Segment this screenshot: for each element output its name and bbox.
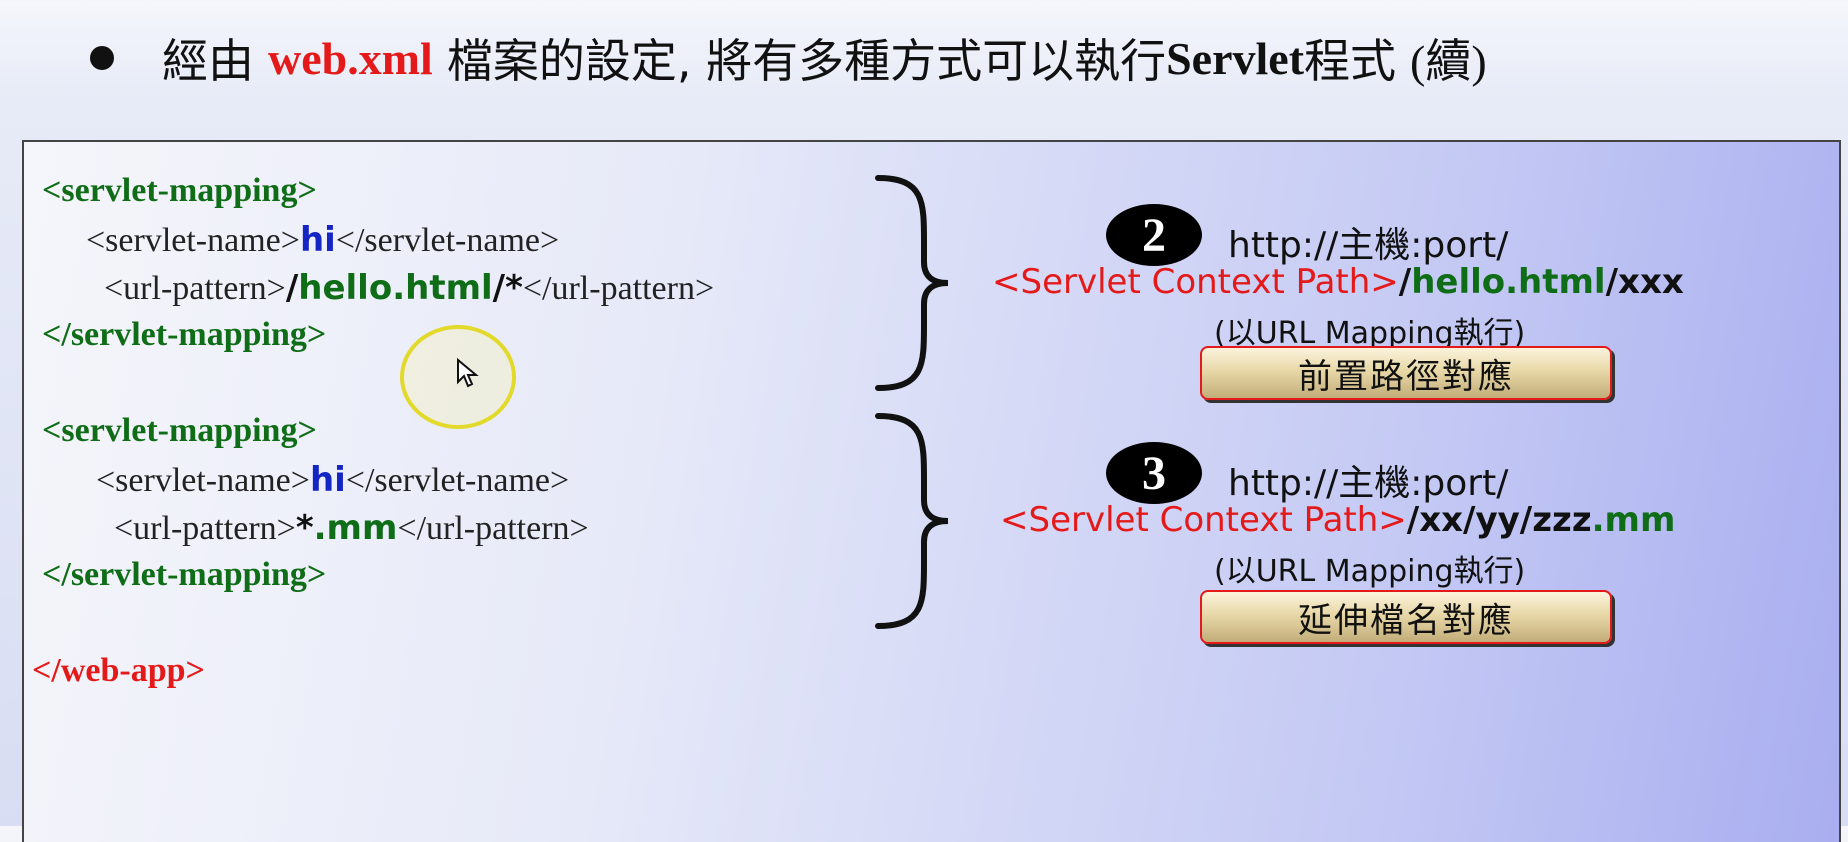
web-app-close-tag: </web-app> — [32, 652, 205, 689]
item3-badge: 延伸檔名對應 — [1200, 590, 1612, 644]
block1-close-tag: </servlet-mapping> — [42, 316, 327, 353]
item3-url-path: <Servlet Context Path>/xx/yy/zzz.mm — [1000, 500, 1675, 540]
title-middle: 檔案的設定, 將有多種方式可以執行 — [446, 34, 1167, 88]
item3-path: /xx/yy/ — [1406, 500, 1533, 540]
item2-slash: / — [1605, 262, 1619, 302]
bullet-icon — [90, 46, 114, 70]
block1-pattern-value: hello.html — [298, 268, 493, 308]
title-highlight: web.xml — [268, 32, 433, 84]
item2-path: hello.html — [1411, 262, 1606, 302]
block1-name-line: <servlet-name>hi</servlet-name> — [86, 220, 559, 260]
block1-pattern-slash: / — [285, 268, 299, 308]
item3-context-path: <Servlet Context Path> — [1000, 500, 1407, 540]
right-brace-icon — [875, 413, 949, 629]
right-brace-icon — [875, 175, 949, 391]
title-paren: (續) — [1410, 36, 1487, 87]
number-3-icon: 3 — [1106, 442, 1202, 504]
slide-title: 經由 web.xml 檔案的設定, 將有多種方式可以執行 Servlet 程式 … — [90, 18, 1487, 98]
block2-pattern: *.mm — [296, 508, 398, 548]
title-suffix: 程式 — [1304, 34, 1397, 88]
block2-name-close: </servlet-name> — [345, 462, 570, 499]
block2-name-line: <servlet-name>hi</servlet-name> — [96, 460, 569, 500]
item3-url-host: http://主機:port/ — [1228, 463, 1509, 504]
mouse-cursor-icon — [457, 358, 479, 388]
block2-pattern-close: </url-pattern> — [397, 510, 589, 547]
content-panel: <servlet-mapping> <servlet-name>hi</serv… — [22, 140, 1841, 842]
item3-file: zzz — [1532, 500, 1592, 540]
block2-pattern-ext: .mm — [313, 508, 398, 548]
item3-note: (以URL Mapping執行) — [1214, 554, 1526, 589]
block1-pattern-wildcard: /* — [492, 268, 523, 308]
block2-close-tag: </servlet-mapping> — [42, 556, 327, 593]
block1-name-value: hi — [299, 220, 336, 260]
block1-pattern-close: </url-pattern> — [522, 270, 715, 307]
block2-pattern-star: * — [295, 508, 314, 548]
block2-pattern-open: <url-pattern> — [114, 510, 296, 547]
number-2-icon: 2 — [1106, 204, 1202, 266]
item2-tail: xxx — [1618, 262, 1684, 302]
block1-pattern: /hello.html/* — [286, 268, 523, 308]
block2-pattern-line: <url-pattern>*.mm</url-pattern> — [114, 508, 589, 548]
item2-context-path: <Servlet Context Path> — [992, 262, 1399, 302]
block2-open-tag: <servlet-mapping> — [42, 412, 317, 449]
item2-slash: / — [1398, 262, 1412, 302]
block1-open-tag: <servlet-mapping> — [42, 172, 317, 209]
item2-url-host: http://主機:port/ — [1228, 225, 1509, 266]
block2-name-value: hi — [309, 460, 346, 500]
block1-pattern-open: <url-pattern> — [104, 270, 286, 307]
item3-ext: .mm — [1591, 500, 1676, 540]
block2-name-open: <servlet-name> — [96, 462, 310, 499]
block1-pattern-line: <url-pattern>/hello.html/*</url-pattern> — [104, 268, 714, 308]
block1-name-close: </servlet-name> — [335, 222, 560, 259]
title-servlet: Servlet — [1166, 32, 1305, 84]
title-prefix: 經由 — [162, 34, 254, 88]
item2-url-path: <Servlet Context Path>/hello.html/xxx — [992, 262, 1684, 302]
block1-name-open: <servlet-name> — [86, 222, 300, 259]
item2-badge: 前置路徑對應 — [1200, 346, 1612, 400]
